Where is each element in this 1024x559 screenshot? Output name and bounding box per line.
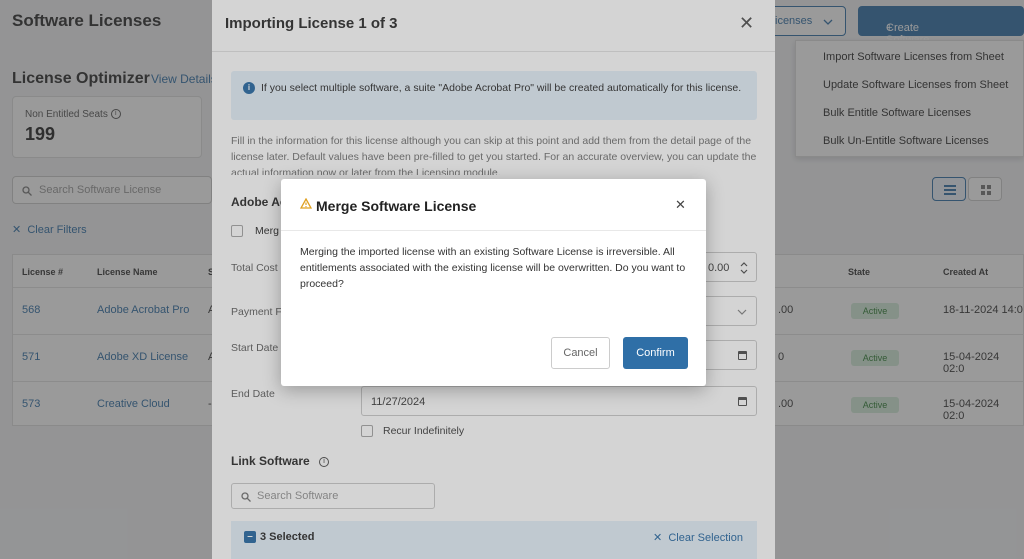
dialog-message: Merging the imported license with an exi… bbox=[300, 246, 686, 290]
dialog-title: Merge Software License bbox=[316, 198, 477, 214]
close-icon[interactable]: ✕ bbox=[675, 197, 686, 213]
dialog-header: Merge Software License ✕ bbox=[281, 179, 706, 231]
confirm-button[interactable]: Confirm bbox=[623, 337, 688, 369]
merge-license-dialog: Merge Software License ✕ Merging the imp… bbox=[281, 179, 706, 386]
warning-icon bbox=[300, 198, 312, 209]
cancel-button[interactable]: Cancel bbox=[551, 337, 610, 369]
